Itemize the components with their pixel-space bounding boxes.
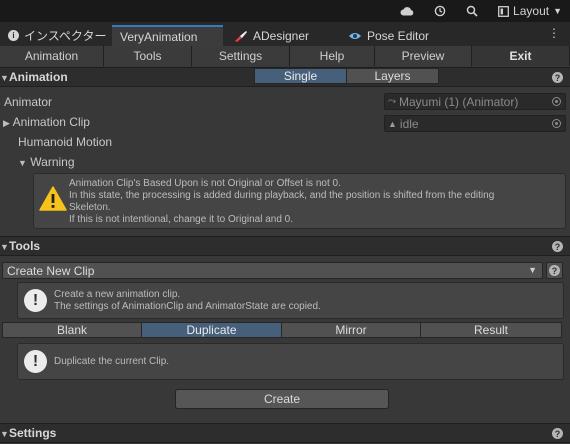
chevron-down-icon: ▼ [528,265,537,275]
clip-label: Animation Clip [12,115,90,129]
foldout-arrow-icon: ▼ [0,242,9,252]
layout-label: Layout [513,4,550,18]
segment-layers[interactable]: Layers [346,68,439,84]
menu-animation[interactable]: Animation [0,46,104,66]
info-icon: ! [24,350,47,373]
help-icon[interactable]: ? [552,241,563,252]
warning-icon [39,186,67,211]
warning-text-line: In this state, the processing is added d… [69,190,495,201]
clip-value: idle [399,116,419,131]
tools-mode-dropdown[interactable]: Create New Clip ▼ [2,262,543,279]
object-picker-icon[interactable] [552,97,561,106]
warning-text-line: If this is not intentional, change it to… [69,214,294,225]
mode-result[interactable]: Result [420,322,562,338]
tab-adesigner[interactable]: ADesigner [226,25,317,46]
animator-icon: ⤳ [388,96,396,107]
more-options-icon[interactable]: ⋮ [548,26,560,40]
object-picker-icon[interactable] [552,119,561,128]
foldout-right-icon: ▶ [3,118,10,128]
tab-pose-editor[interactable]: Pose Editor [340,25,437,46]
foldout-arrow-icon: ▼ [18,158,27,168]
info-text-line: Duplicate the current Clip. [54,356,170,367]
clip-field[interactable]: ▲ idle [384,115,566,132]
menu-preview[interactable]: Preview [375,46,472,66]
tools-help-button[interactable]: ? [546,262,563,279]
foldout-arrow-icon: ▼ [0,429,9,439]
warning-helpbox: Animation Clip's Based Upon is not Origi… [33,173,566,229]
search-icon[interactable] [466,5,478,17]
create-button[interactable]: Create [175,389,389,409]
clip-foldout[interactable]: ▶ Animation Clip [3,115,90,129]
tab-label: インスペクター [24,29,107,43]
section-title: Settings [9,426,57,440]
animator-label: Animator [4,95,53,109]
section-title: Animation [9,70,68,84]
brush-icon [235,30,247,42]
humanoid-motion-label: Humanoid Motion [18,135,113,149]
foldout-arrow-icon: ▼ [0,73,9,83]
menu-bar: Animation Tools Settings Help Preview Ex… [0,46,570,66]
animation-clip-icon: ▲ [388,118,397,129]
tools-section-header[interactable]: ▼ Tools ? [0,236,570,256]
help-icon: ? [549,265,560,276]
tab-label: ADesigner [253,28,310,43]
menu-help[interactable]: Help [290,46,375,66]
cloud-icon[interactable] [400,6,414,16]
tab-veryanimation[interactable]: VeryAnimation [112,25,223,46]
help-icon[interactable]: ? [552,72,563,83]
animator-field[interactable]: ⤳ Mayumi (1) (Animator) [384,93,566,110]
tab-label: Pose Editor [367,28,430,43]
info-text-line: Create a new animation clip. [54,289,181,300]
warning-text-line: Animation Clip's Based Upon is not Origi… [69,178,341,189]
top-toolbar: Layout ▼ [0,0,570,22]
layout-dropdown[interactable]: Layout ▼ [498,4,562,18]
help-icon[interactable]: ? [552,428,563,439]
toolbar-icons: Layout ▼ [400,0,562,22]
info-text-line: The settings of AnimationClip and Animat… [54,301,321,312]
dropdown-value: Create New Clip [7,263,95,278]
menu-settings[interactable]: Settings [192,46,290,66]
layout-icon [498,5,509,17]
info-icon: ! [24,289,47,312]
section-title: Tools [9,239,41,253]
duplicate-info-helpbox: ! Duplicate the current Clip. [17,343,564,380]
menu-tools[interactable]: Tools [104,46,192,66]
animator-value: Mayumi (1) (Animator) [399,94,519,109]
chevron-down-icon: ▼ [553,6,562,16]
warning-text-line: Skeleton. [69,202,111,213]
create-info-helpbox: ! Create a new animation clip. The setti… [17,282,564,319]
mode-blank[interactable]: Blank [2,322,142,338]
menu-exit[interactable]: Exit [472,46,570,66]
warning-foldout[interactable]: ▼ Warning [18,155,75,169]
mode-duplicate[interactable]: Duplicate [141,322,282,338]
segment-single[interactable]: Single [254,68,347,84]
mode-mirror[interactable]: Mirror [281,322,421,338]
history-icon[interactable] [434,5,446,17]
warning-label: Warning [30,155,75,169]
tab-label: VeryAnimation [120,29,198,44]
editor-tab-bar: i インスペクター VeryAnimation ADesigner Pose E… [0,22,570,46]
info-icon: i [8,30,19,41]
settings-section-header[interactable]: ▼ Settings ? [0,423,570,443]
tab-inspector[interactable]: i インスペクター [0,25,114,46]
eye-icon [349,32,361,39]
